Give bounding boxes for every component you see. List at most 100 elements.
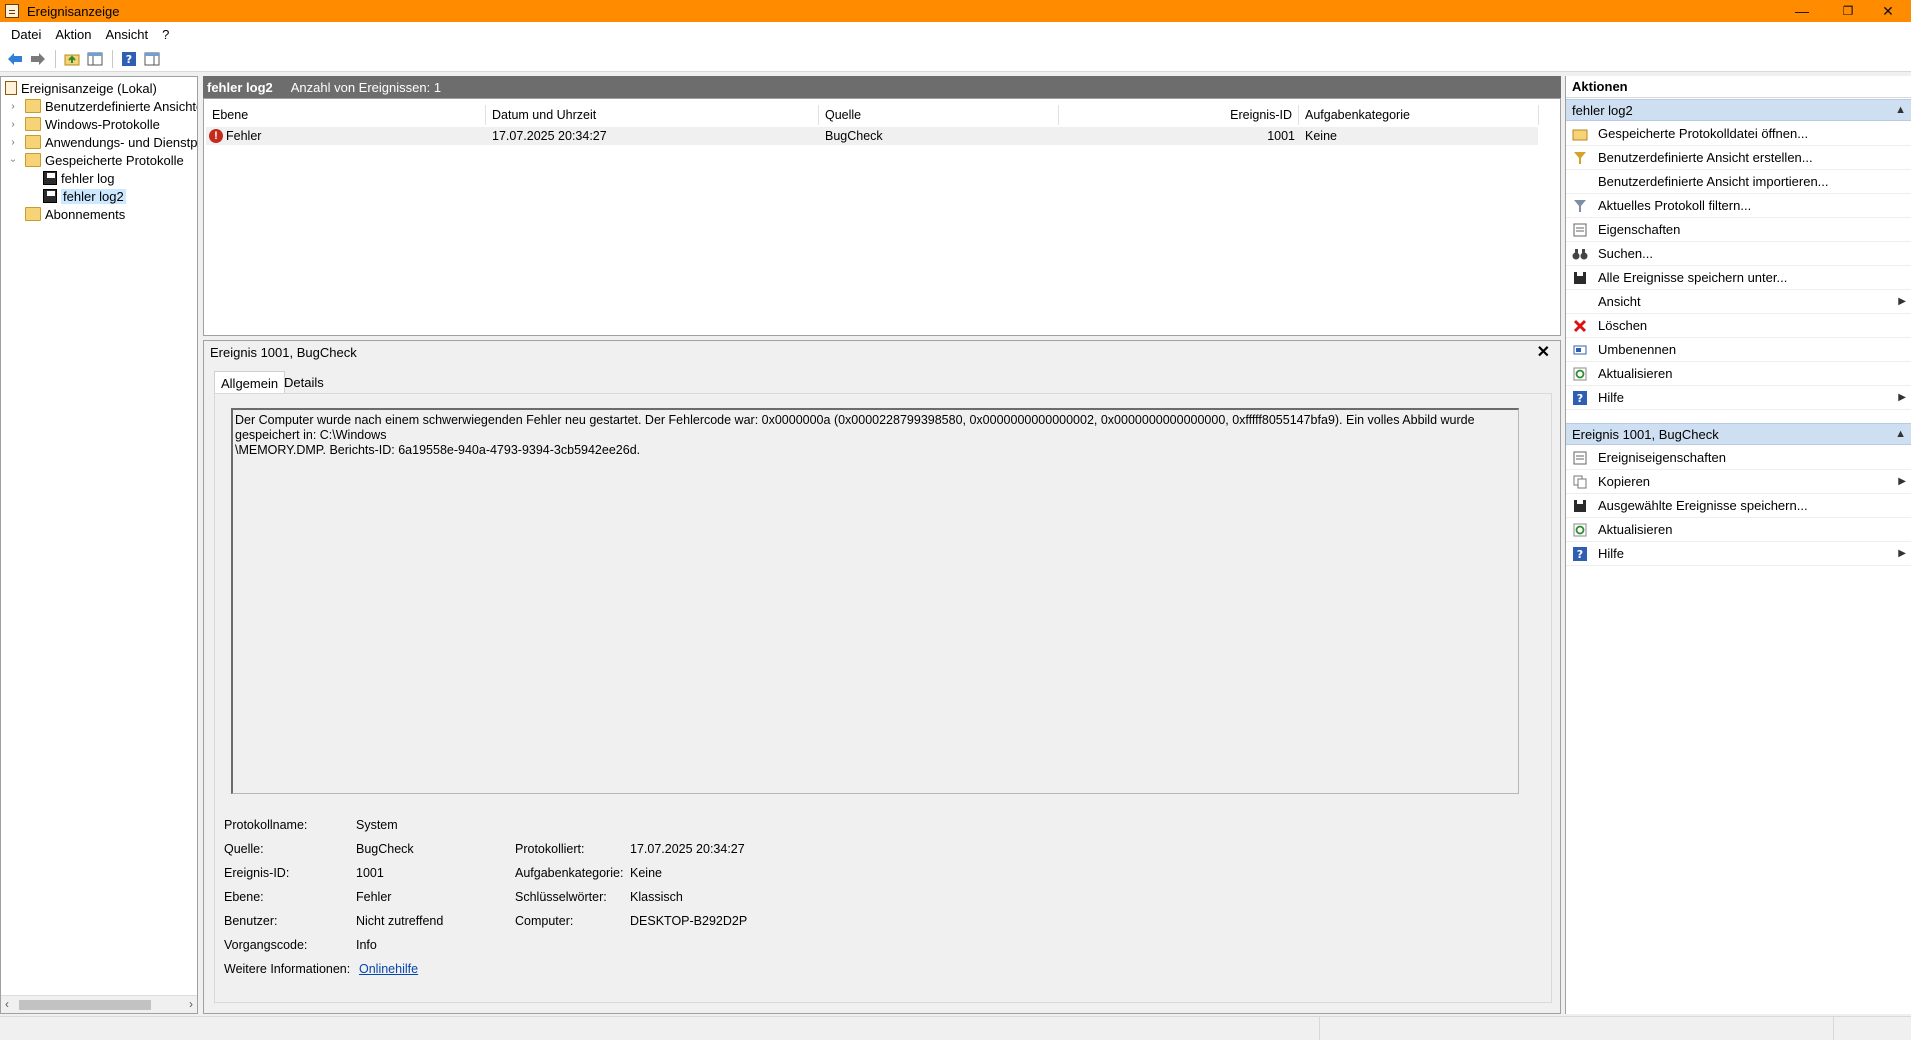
toolbar: ?	[0, 46, 1911, 72]
folder-icon	[25, 135, 41, 149]
online-help-link[interactable]: Onlinehilfe	[359, 962, 418, 976]
help-button[interactable]: ?	[118, 48, 140, 70]
folder-icon	[25, 117, 41, 131]
collapse-caret-icon[interactable]: ▲	[1895, 104, 1906, 116]
value-opcode[interactable]: Info	[356, 938, 377, 952]
expand-icon[interactable]: ›	[7, 137, 19, 148]
general-tab-panel: Der Computer wurde nach einem schwerwieg…	[214, 393, 1552, 1003]
value-level[interactable]: Fehler	[356, 890, 391, 904]
action-help-event[interactable]: ? Hilfe ▶	[1566, 542, 1911, 566]
value-source[interactable]: BugCheck	[356, 842, 414, 856]
tree-root[interactable]: Ereignisanzeige (Lokal)	[5, 79, 157, 97]
action-import-custom-view[interactable]: Benutzerdefinierte Ansicht importieren..…	[1566, 170, 1911, 194]
value-logged[interactable]: 17.07.2025 20:34:27	[630, 842, 745, 856]
action-refresh-event[interactable]: Aktualisieren	[1566, 518, 1911, 542]
show-hide-tree-button[interactable]	[84, 48, 106, 70]
action-open-saved-log[interactable]: Gespeicherte Protokolldatei öffnen...	[1566, 122, 1911, 146]
column-header-task-category[interactable]: Aufgabenkategorie	[1299, 105, 1539, 125]
window-title: Ereignisanzeige	[27, 3, 120, 19]
tree-item-fehler-log[interactable]: fehler log	[43, 169, 114, 187]
action-label: Alle Ereignisse speichern unter...	[1598, 270, 1788, 285]
action-event-properties[interactable]: Ereigniseigenschaften	[1566, 446, 1911, 470]
action-label: Ausgewählte Ereignisse speichern...	[1598, 498, 1808, 513]
tree-item-subscriptions[interactable]: Abonnements	[25, 205, 125, 223]
event-list: Ebene Datum und Uhrzeit Quelle Ereignis-…	[203, 98, 1561, 336]
tab-allgemein[interactable]: Allgemein	[214, 371, 286, 394]
action-filter-log[interactable]: Aktuelles Protokoll filtern...	[1566, 194, 1911, 218]
expand-icon[interactable]: ›	[7, 101, 19, 112]
menu-aktion[interactable]: Aktion	[48, 27, 98, 42]
column-header-event-id[interactable]: Ereignis-ID	[1059, 105, 1299, 125]
column-header-level[interactable]: Ebene	[206, 105, 486, 125]
svg-text:?: ?	[1577, 548, 1583, 561]
event-message[interactable]: Der Computer wurde nach einem schwerwieg…	[231, 408, 1519, 794]
action-view[interactable]: Ansicht ▶	[1566, 290, 1911, 314]
tree-item-windows-logs[interactable]: › Windows-Protokolle	[7, 115, 160, 133]
save-icon	[1572, 498, 1588, 514]
menu-datei[interactable]: Datei	[4, 27, 48, 42]
column-header-datetime[interactable]: Datum und Uhrzeit	[486, 105, 819, 125]
action-delete[interactable]: Löschen	[1566, 314, 1911, 338]
table-row[interactable]: ! Fehler 17.07.2025 20:34:27 BugCheck 10…	[206, 127, 1538, 145]
expand-icon[interactable]: ›	[7, 119, 19, 130]
action-save-selected-events[interactable]: Ausgewählte Ereignisse speichern...	[1566, 494, 1911, 518]
event-viewer-icon	[5, 81, 17, 95]
section-header-event[interactable]: Ereignis 1001, BugCheck ▲	[1566, 423, 1911, 445]
action-pane-icon	[144, 52, 160, 65]
action-copy[interactable]: Kopieren ▶	[1566, 470, 1911, 494]
value-log-name[interactable]: System	[356, 818, 398, 832]
toolbar-separator	[55, 49, 56, 68]
label-more-info: Weitere Informationen:	[224, 962, 351, 976]
submenu-arrow-icon: ▶	[1898, 296, 1906, 307]
action-label: Benutzerdefinierte Ansicht erstellen...	[1598, 150, 1813, 165]
collapse-caret-icon[interactable]: ▲	[1895, 428, 1906, 440]
tree-horizontal-scrollbar[interactable]: ‹ ›	[1, 995, 197, 1013]
section-header-log[interactable]: fehler log2 ▲	[1566, 99, 1911, 121]
minimize-button[interactable]: —	[1779, 0, 1825, 22]
action-properties[interactable]: Eigenschaften	[1566, 218, 1911, 242]
menu-bar: Datei Aktion Ansicht ?	[0, 22, 1911, 46]
value-computer[interactable]: DESKTOP-B292D2P	[630, 914, 747, 928]
label-level: Ebene:	[224, 890, 264, 904]
value-event-id[interactable]: 1001	[356, 866, 384, 880]
column-header-source[interactable]: Quelle	[819, 105, 1059, 125]
tree-item-custom-views[interactable]: › Benutzerdefinierte Ansichten	[7, 97, 197, 115]
value-task-category[interactable]: Keine	[630, 866, 662, 880]
close-button[interactable]: ✕	[1865, 0, 1911, 22]
status-cell	[1320, 1017, 1834, 1040]
back-button[interactable]	[4, 48, 26, 70]
value-user[interactable]: Nicht zutreffend	[356, 914, 443, 928]
action-label: Benutzerdefinierte Ansicht importieren..…	[1598, 174, 1829, 189]
scroll-thumb[interactable]	[19, 1000, 151, 1010]
detail-close-icon[interactable]: ✕	[1537, 342, 1550, 362]
scroll-right-icon[interactable]: ›	[189, 997, 193, 1011]
value-keywords[interactable]: Klassisch	[630, 890, 683, 904]
action-save-all-events[interactable]: Alle Ereignisse speichern unter...	[1566, 266, 1911, 290]
menu-help[interactable]: ?	[155, 27, 176, 42]
scroll-left-icon[interactable]: ‹	[5, 997, 9, 1011]
collapse-icon[interactable]: ›	[8, 154, 19, 166]
menu-ansicht[interactable]: Ansicht	[99, 27, 156, 42]
action-refresh[interactable]: Aktualisieren	[1566, 362, 1911, 386]
help-icon: ?	[1572, 390, 1588, 406]
copy-icon	[1572, 474, 1588, 490]
forward-button[interactable]	[27, 48, 49, 70]
action-create-custom-view[interactable]: Benutzerdefinierte Ansicht erstellen...	[1566, 146, 1911, 170]
up-folder-button[interactable]	[61, 48, 83, 70]
binoculars-icon	[1572, 246, 1588, 262]
action-find[interactable]: Suchen...	[1566, 242, 1911, 266]
tree-item-saved-logs[interactable]: › Gespeicherte Protokolle	[7, 151, 184, 169]
action-rename[interactable]: Umbenennen	[1566, 338, 1911, 362]
back-arrow-icon	[8, 52, 22, 65]
tree-item-app-service-logs[interactable]: › Anwendungs- und Dienstprotokolle	[7, 133, 197, 151]
tab-details[interactable]: Details	[278, 371, 330, 393]
action-help[interactable]: ? Hilfe ▶	[1566, 386, 1911, 410]
action-label: Hilfe	[1598, 546, 1625, 561]
row-level-cell: ! Fehler	[209, 127, 487, 145]
event-detail-pane: Ereignis 1001, BugCheck ✕ Allgemein Deta…	[203, 340, 1561, 1014]
label-task-category: Aufgabenkategorie:	[515, 866, 624, 880]
tree-item-fehler-log2[interactable]: fehler log2	[43, 187, 126, 205]
tree-item-label: Windows-Protokolle	[45, 116, 160, 132]
label-computer: Computer:	[515, 914, 574, 928]
show-action-pane-button[interactable]	[141, 48, 163, 70]
